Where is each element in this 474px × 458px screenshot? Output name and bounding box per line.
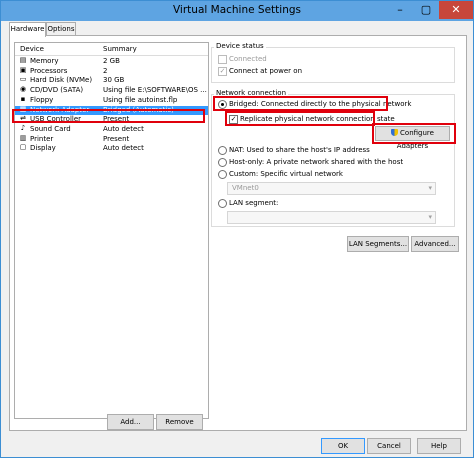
lan-segment-radio[interactable] [218, 199, 227, 208]
device-row-printer[interactable]: ▥ Printer Present [15, 133, 208, 144]
device-name: Sound Card [30, 124, 71, 133]
maximize-icon[interactable]: ▢ [413, 1, 439, 19]
device-list-header: Device Summary [15, 43, 208, 56]
cancel-button[interactable]: Cancel [367, 438, 411, 454]
device-row-cd-dvd-sata[interactable]: ◉ CD/DVD (SATA) Using file E:\SOFTWARE\OS … [15, 86, 208, 95]
device-status-label: Device status [214, 42, 266, 50]
ok-button[interactable]: OK [321, 438, 365, 454]
chevron-down-icon: ▾ [428, 213, 432, 221]
highlight-network-adapter [12, 109, 205, 123]
device-name: Floppy [30, 95, 54, 104]
connect-at-power-on-label: Connect at power on [229, 67, 303, 75]
tab-options[interactable]: Options [46, 22, 76, 36]
cd-dvd-icon: ◉ [19, 85, 27, 94]
device-row-sound-card[interactable]: ♪ Sound Card Auto detect [15, 123, 208, 134]
chevron-down-icon: ▾ [428, 184, 432, 192]
tab-hardware[interactable]: Hardware [9, 22, 46, 37]
device-name: Printer [30, 134, 54, 143]
help-button[interactable]: Help [417, 438, 461, 454]
device-name: Memory [30, 57, 59, 65]
custom-network-value: VMnet0 [232, 184, 259, 192]
device-summary: Auto detect [103, 124, 144, 133]
close-icon[interactable]: ✕ [439, 1, 473, 19]
device-row-memory[interactable]: ▤ Memory 2 GB [15, 57, 208, 66]
sound-card-icon: ♪ [20, 123, 26, 132]
connected-label: Connected [229, 55, 267, 63]
processor-icon: ▣ [19, 65, 27, 74]
display-icon: ▢ [19, 143, 27, 152]
custom-label: Custom: Specific virtual network [229, 170, 343, 178]
nat-label: NAT: Used to share the host's IP address [229, 146, 370, 154]
printer-icon: ▥ [19, 133, 27, 142]
remove-button[interactable]: Remove [156, 414, 203, 430]
host-only-radio[interactable] [218, 158, 227, 167]
device-summary: Using file E:\SOFTWARE\OS ... [103, 86, 207, 95]
device-row-hard-disk-nvme[interactable]: ▭ Hard Disk (NVMe) 30 GB [15, 76, 208, 85]
device-name: CD/DVD (SATA) [30, 86, 84, 95]
title-bar[interactable]: Virtual Machine Settings – ▢ ✕ [1, 1, 473, 21]
device-summary: 2 [103, 66, 108, 75]
custom-network-select[interactable]: VMnet0 ▾ [227, 182, 436, 195]
device-summary: Using file autoinst.flp [103, 95, 178, 104]
device-status-group [211, 47, 455, 83]
device-row-display[interactable]: ▢ Display Auto detect [15, 144, 208, 153]
host-only-label: Host-only: A private network shared with… [229, 158, 404, 166]
device-name: Hard Disk (NVMe) [30, 76, 93, 85]
lan-segments-button[interactable]: LAN Segments... [347, 236, 409, 252]
device-name: Processors [30, 66, 68, 75]
memory-icon: ▤ [19, 56, 27, 64]
device-summary: 30 GB [103, 76, 125, 85]
device-summary: Auto detect [103, 144, 144, 153]
lan-segment-label: LAN segment: [229, 199, 279, 207]
column-device[interactable]: Device [20, 45, 44, 53]
nat-radio[interactable] [218, 146, 227, 155]
device-summary: 2 GB [103, 57, 120, 65]
add-button[interactable]: Add... [107, 414, 154, 430]
advanced-button[interactable]: Advanced... [411, 236, 459, 252]
column-summary[interactable]: Summary [103, 45, 137, 53]
device-list[interactable]: Device Summary ▤ Memory 2 GB ▣ Processors 2 ▭ H… [14, 42, 209, 419]
highlight-bridged [213, 96, 388, 111]
hard-disk-icon: ▭ [19, 75, 27, 84]
device-row-floppy[interactable]: ▪ Floppy Using file autoinst.flp [15, 94, 208, 105]
connected-checkbox[interactable] [218, 55, 227, 64]
highlight-configure-adapters [372, 123, 456, 144]
custom-radio[interactable] [218, 170, 227, 179]
settings-window: Virtual Machine Settings – ▢ ✕ Hardware … [0, 0, 474, 458]
minimize-icon[interactable]: – [387, 1, 413, 19]
device-summary: Present [103, 134, 130, 143]
device-name: Display [30, 144, 56, 153]
floppy-icon: ▪ [20, 94, 26, 103]
highlight-replicate [225, 111, 375, 126]
connect-at-power-on-checkbox[interactable]: ✓ [218, 67, 227, 76]
lan-segment-select[interactable]: ▾ [227, 211, 436, 224]
device-row-processors[interactable]: ▣ Processors 2 [15, 65, 208, 76]
